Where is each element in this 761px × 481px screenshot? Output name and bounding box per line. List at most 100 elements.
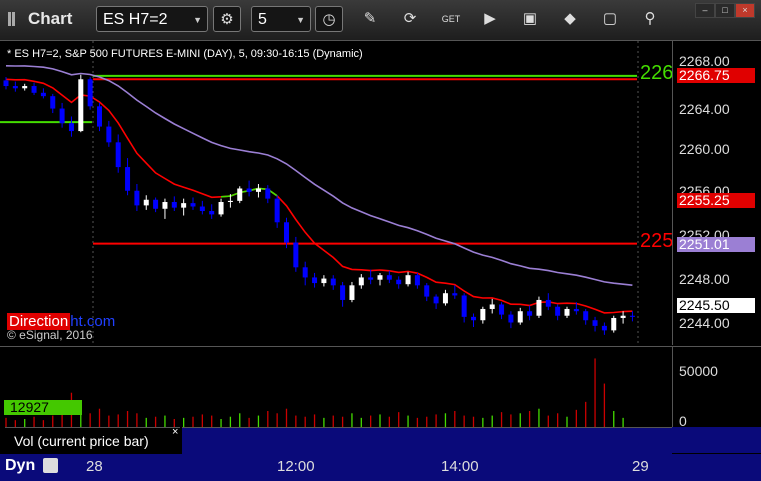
price-tick: 2244.00 <box>679 315 730 331</box>
candle-body <box>545 299 551 307</box>
maximize-icon[interactable]: □ <box>715 3 735 18</box>
title-bar: Chart ES H7=2 ▼ ⚙ 5 ▼ ◷ ✎ ⟳ GET ▶ ▣ ◆ ▢ … <box>0 0 761 41</box>
symbol-field[interactable]: ES H7=2 ▼ <box>96 6 208 32</box>
candle-body <box>358 277 364 286</box>
price-plot <box>0 41 639 345</box>
ma-line-purple <box>5 65 633 286</box>
candle-body <box>368 277 374 280</box>
time-axis[interactable]: Dyn 28 12:00 14:00 29 <box>0 454 761 481</box>
copyright: © eSignal, 2016 <box>7 328 93 342</box>
diamond-icon[interactable]: ◆ <box>556 6 584 32</box>
get-icon[interactable]: GET <box>437 6 465 32</box>
play-icon[interactable]: ▶ <box>476 6 504 32</box>
candle-body <box>489 304 495 309</box>
drag-grip[interactable] <box>8 12 20 28</box>
candle-body <box>293 242 299 268</box>
volume-panel-strip <box>182 427 672 454</box>
candle-body <box>517 311 523 323</box>
candle-body <box>274 198 280 223</box>
price-tick: 2248.00 <box>679 271 730 287</box>
candle-body <box>106 126 112 143</box>
candle-body <box>620 315 626 318</box>
pencil-icon[interactable]: ✎ <box>356 6 384 32</box>
clock-icon[interactable]: ◷ <box>315 6 343 32</box>
comment-icon[interactable]: ▢ <box>596 6 624 32</box>
candle-body <box>134 190 140 206</box>
candle-body <box>414 275 420 286</box>
candle-body <box>115 142 121 168</box>
candle-body <box>536 299 542 316</box>
candle-body <box>50 96 56 109</box>
candle-body <box>302 267 308 278</box>
pin-icon[interactable]: ⚲ <box>636 6 664 32</box>
candle-body <box>340 285 346 300</box>
interval-field[interactable]: 5 ▼ <box>251 6 311 32</box>
candle-body <box>499 304 505 315</box>
candle-body <box>31 86 37 93</box>
candle-body <box>12 86 18 89</box>
volume-last-label: 12927 <box>4 400 82 415</box>
volume-plot <box>5 358 624 427</box>
candle-body <box>452 293 458 296</box>
time-tick: 12:00 <box>277 458 315 475</box>
level-label-red: 225 <box>640 230 674 252</box>
candle-body <box>68 123 74 132</box>
level-label-green: 226 <box>640 62 674 84</box>
candle-body <box>321 278 327 284</box>
camera-icon[interactable]: ▣ <box>516 6 544 32</box>
window-title: Chart <box>28 9 73 28</box>
candle-body <box>405 275 411 285</box>
candle-body <box>255 188 261 192</box>
price-label-red-mid: 2255.25 <box>677 193 755 208</box>
volume-panel[interactable] <box>0 346 672 427</box>
candle-body <box>59 108 65 124</box>
candle-body <box>78 79 84 132</box>
minimize-icon[interactable]: – <box>695 3 715 18</box>
candle-body <box>442 293 448 304</box>
study-label: * ES H7=2, S&P 500 FUTURES E-MINI (DAY),… <box>7 48 363 60</box>
candle-body <box>143 199 149 206</box>
candle-body <box>349 285 355 300</box>
candle-body <box>573 308 579 312</box>
candle-body <box>461 295 467 317</box>
candle-body <box>284 222 289 243</box>
candle-body <box>3 80 9 87</box>
dyn-label: Dyn <box>5 457 36 474</box>
candle-body <box>237 188 243 201</box>
candle-body <box>629 315 635 317</box>
volume-scale[interactable]: 50000 0 <box>672 346 761 429</box>
candle-body <box>171 202 177 208</box>
volume-panel-name[interactable]: Vol (current price bar) <box>5 427 180 453</box>
candle-body <box>424 285 430 297</box>
candle-body <box>199 206 205 212</box>
candle-body <box>564 308 570 316</box>
window-controls: – □ × <box>695 0 755 18</box>
candle-body <box>265 188 271 199</box>
candle-body <box>190 203 196 207</box>
candle-body <box>471 316 476 321</box>
price-tick: 2260.00 <box>679 141 730 157</box>
candle-body <box>386 275 392 280</box>
candle-body <box>181 203 187 208</box>
close-icon[interactable]: × <box>172 426 178 438</box>
chevron-down-icon: ▼ <box>193 15 202 25</box>
candle-body <box>22 86 28 89</box>
volume-scale-strip <box>672 427 761 453</box>
price-chart[interactable]: * ES H7=2, S&P 500 FUTURES E-MINI (DAY),… <box>0 41 674 345</box>
close-icon[interactable]: × <box>735 3 755 18</box>
time-tick: 28 <box>86 458 103 475</box>
candle-body <box>227 200 233 203</box>
candle-body <box>162 202 168 209</box>
chevron-down-icon: ▼ <box>296 15 305 25</box>
candle-body <box>508 314 514 323</box>
gear-icon[interactable]: ⚙ <box>213 6 241 32</box>
candle-body <box>209 211 215 215</box>
price-tick: 2264.00 <box>679 101 730 117</box>
dyn-button[interactable] <box>43 458 58 473</box>
refresh-icon[interactable]: ⟳ <box>396 6 424 32</box>
symbol-value: ES H7=2 <box>103 11 168 28</box>
candle-body <box>480 308 486 321</box>
candle-body <box>246 188 252 192</box>
price-scale[interactable]: 2268.00 2264.00 2260.00 2256.00 2252.00 … <box>672 41 761 345</box>
candle-body <box>377 275 383 280</box>
